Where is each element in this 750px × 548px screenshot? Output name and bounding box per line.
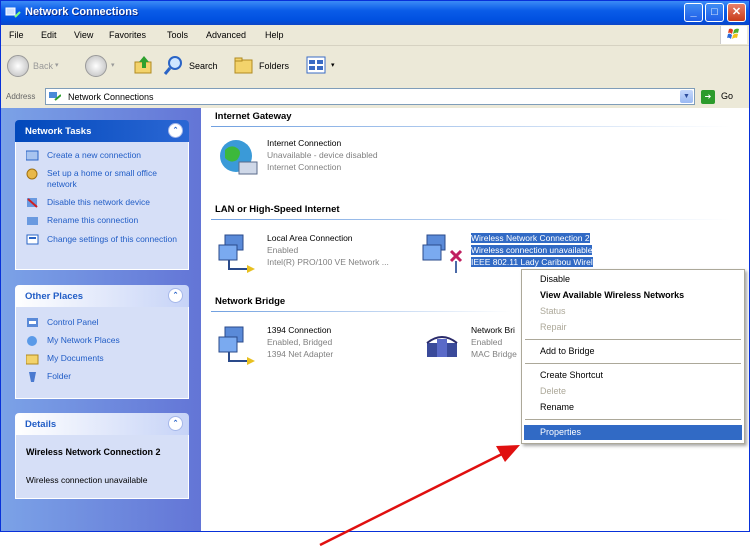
annotation-arrow — [319, 445, 520, 547]
